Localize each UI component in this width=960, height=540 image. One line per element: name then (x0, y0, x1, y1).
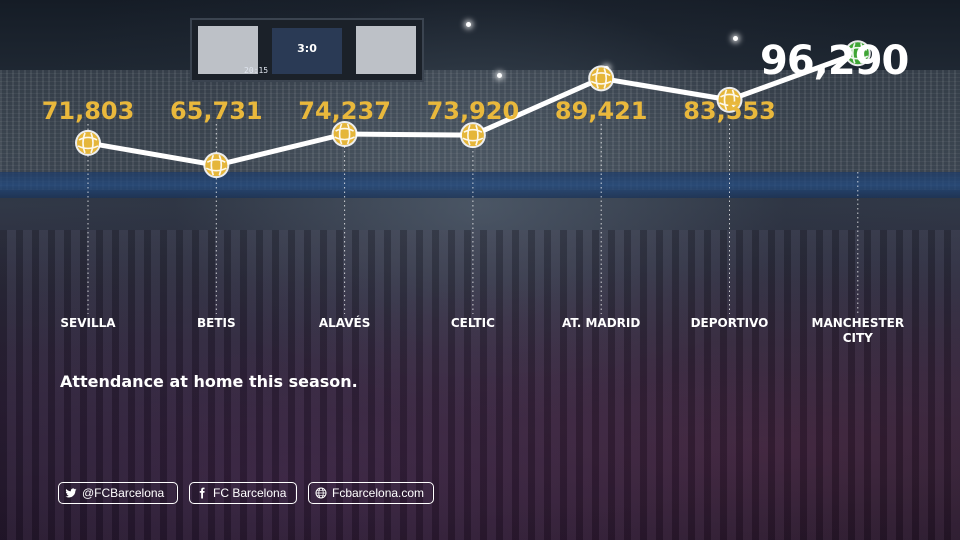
category-label: DEPORTIVO (691, 316, 769, 330)
facebook-link[interactable]: FC Barcelona (189, 482, 297, 504)
category-label: MANCHESTER (812, 316, 905, 330)
category-label: ALAVÉS (319, 315, 371, 330)
facebook-icon (199, 487, 205, 499)
website-link[interactable]: Fcbarcelona.com (308, 482, 434, 504)
ball-marker (588, 65, 615, 92)
category-label: CELTIC (451, 316, 495, 330)
category-label: CITY (843, 331, 873, 345)
twitter-icon (65, 488, 77, 498)
category-label: AT. MADRID (562, 316, 640, 330)
value-label: 74,237 (298, 97, 391, 125)
category-label: SEVILLA (60, 316, 116, 330)
facebook-label: FC Barcelona (213, 486, 287, 500)
ball-marker (75, 129, 101, 156)
twitter-label: @FCBarcelona (82, 486, 165, 500)
chart-subtitle: Attendance at home this season. (60, 372, 358, 391)
website-label: Fcbarcelona.com (332, 486, 425, 500)
ball-marker (459, 122, 486, 149)
globe-icon (315, 487, 327, 499)
value-label: 65,731 (170, 97, 263, 125)
highlight-attendance-value: 96,290 (760, 38, 909, 84)
category-label: BETIS (197, 316, 236, 330)
twitter-link[interactable]: @FCBarcelona (58, 482, 178, 504)
value-label: 89,421 (555, 97, 648, 125)
ball-marker (203, 152, 230, 179)
value-label: 73,920 (427, 97, 520, 125)
infographic: 3:0 20:15 71,803 65,731 74,237 73,920 89,421… (0, 0, 960, 540)
value-label: 83,553 (683, 97, 776, 125)
value-label: 71,803 (42, 97, 135, 125)
